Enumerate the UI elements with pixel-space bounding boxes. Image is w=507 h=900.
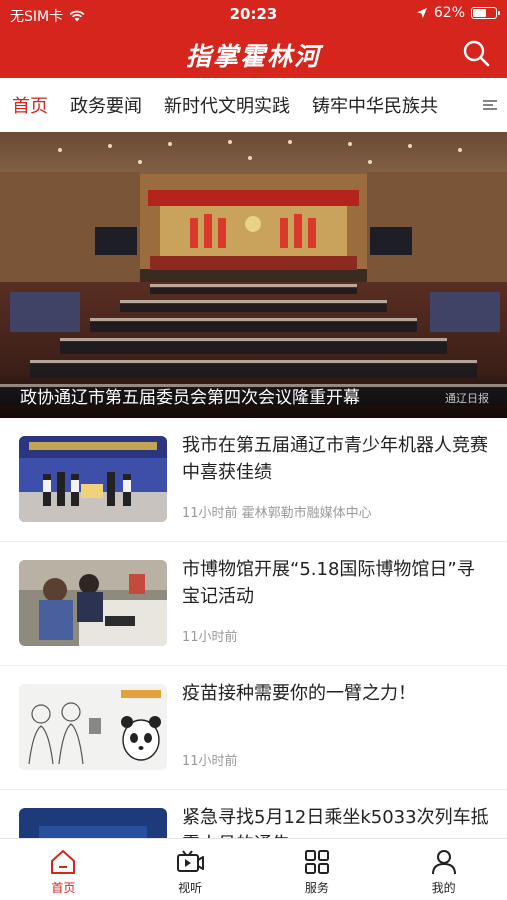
nav-video[interactable]: 视听 [127, 839, 254, 900]
grid-icon [304, 850, 329, 874]
vaccine-poster-image [19, 684, 167, 770]
hero-source: 通辽日报 [445, 392, 489, 405]
nav-video-label: 视听 [178, 881, 203, 895]
status-bar: 无SIM卡 20:23 62% [0, 0, 507, 28]
tabs-fade [435, 78, 475, 132]
tab-track: 首页 政务要闻 新时代文明实践 铸牢中华民族共 [12, 92, 438, 118]
news-title: 市博物馆开展“5.18国际博物馆日”寻宝记活动 [182, 559, 475, 607]
news-title: 紧急寻找5月12日乘坐k5033次列车抵霍人员的通告 [182, 807, 489, 838]
tabs-menu-button[interactable] [473, 78, 507, 132]
status-right: 62% [416, 5, 500, 21]
nav-services[interactable]: 服务 [254, 839, 381, 900]
user-icon [431, 850, 456, 875]
news-meta: 11小时前 [182, 754, 238, 769]
news-item-vaccine[interactable]: 疫苗接种需要你的一臂之力！ 11小时前 [0, 666, 507, 790]
location-arrow-icon [416, 8, 427, 18]
nav-profile-label: 我的 [431, 881, 456, 895]
news-title: 我市在第五届通辽市青少年机器人竞赛中喜获佳绩 [182, 435, 488, 483]
search-icon[interactable] [461, 38, 491, 68]
news-item-train-notice[interactable]: 紧急寻找5月12日乘坐k5033次列车抵霍人员的通告 [0, 790, 507, 838]
news-item-robot-contest[interactable]: 我市在第五届通辽市青少年机器人竞赛中喜获佳绩 11小时前 霍林郭勒市融媒体中心 [0, 418, 507, 542]
news-meta: 11小时前 [182, 630, 238, 645]
news-thumbnail [19, 684, 167, 770]
news-title: 疫苗接种需要你的一臂之力！ [182, 683, 416, 704]
robot-contest-photo [19, 436, 167, 522]
tab-home[interactable]: 首页 [12, 92, 48, 118]
news-item-museum-day[interactable]: 市博物馆开展“5.18国际博物馆日”寻宝记活动 11小时前 [0, 542, 507, 666]
hero-banner[interactable]: 政协通辽市第五届委员会第四次会议隆重开幕 通辽日报 [0, 132, 507, 418]
tab-national-unity[interactable]: 铸牢中华民族共 [312, 92, 438, 118]
battery-percent: 62% [433, 5, 465, 21]
category-tabs: 首页 政务要闻 新时代文明实践 铸牢中华民族共 [0, 78, 507, 132]
news-list: 我市在第五届通辽市青少年机器人竞赛中喜获佳绩 11小时前 霍林郭勒市融媒体中心 … [0, 418, 507, 838]
app-logo: 指掌霍林河 [185, 42, 321, 71]
nav-home[interactable]: 首页 [0, 839, 127, 900]
nav-home-label: 首页 [51, 881, 76, 895]
hero-title: 政协通辽市第五届委员会第四次会议隆重开幕 [20, 388, 360, 408]
notice-image [19, 808, 167, 838]
battery-fill [473, 9, 487, 17]
top-bar: 无SIM卡 20:23 62% 指掌霍林河 [0, 0, 507, 78]
app-header: 指掌霍林河 [0, 28, 507, 78]
menu-lines-icon [483, 100, 497, 110]
video-icon [177, 850, 205, 872]
news-thumbnail [19, 808, 167, 838]
nav-services-label: 服务 [304, 881, 329, 895]
news-thumbnail [19, 436, 167, 522]
battery-icon [471, 7, 500, 19]
bottom-nav: 首页 视听 服务 我的 [0, 838, 507, 900]
tab-civilization-practice[interactable]: 新时代文明实践 [164, 92, 290, 118]
home-icon [51, 850, 76, 874]
news-thumbnail [19, 560, 167, 646]
nav-profile[interactable]: 我的 [380, 839, 507, 900]
museum-activity-photo [19, 560, 167, 646]
tab-government-news[interactable]: 政务要闻 [70, 92, 142, 118]
news-meta: 11小时前 霍林郭勒市融媒体中心 [182, 506, 372, 521]
